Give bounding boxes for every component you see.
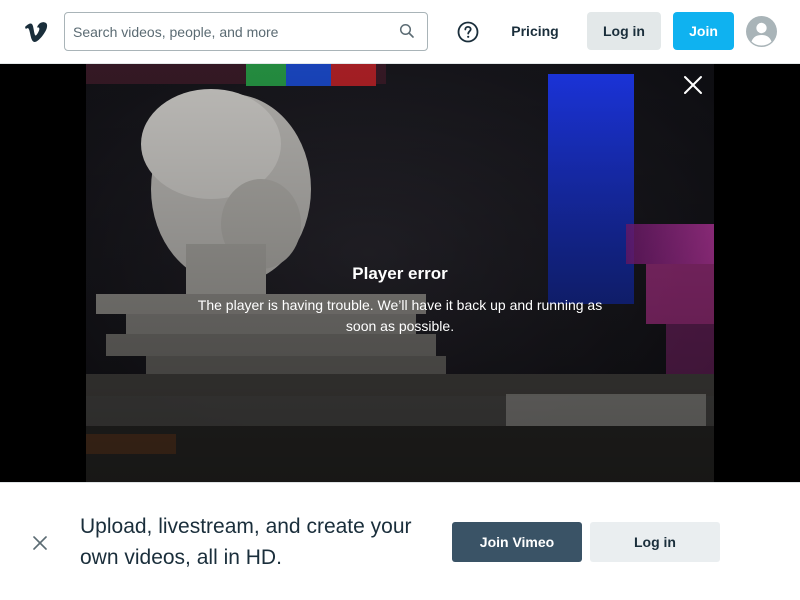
search-box[interactable]: [64, 12, 428, 51]
login-button[interactable]: Log in: [587, 12, 661, 50]
pricing-link[interactable]: Pricing: [505, 13, 565, 50]
search-input[interactable]: [73, 13, 383, 50]
close-icon[interactable]: [683, 75, 703, 95]
banner-login-button[interactable]: Log in: [590, 522, 720, 562]
join-button[interactable]: Join: [673, 12, 734, 50]
vimeo-logo-icon[interactable]: [22, 18, 50, 46]
close-icon[interactable]: [33, 536, 47, 550]
signup-banner: Upload, livestream, and create your own …: [0, 482, 800, 600]
avatar-icon[interactable]: [746, 16, 777, 47]
player-error-title: Player error: [352, 264, 448, 283]
player-error-message: The player is having trouble. We’ll have…: [197, 297, 603, 334]
video-player[interactable]: Player error The player is having troubl…: [0, 64, 800, 484]
top-nav: Pricing Log in Join: [0, 0, 800, 64]
join-vimeo-button[interactable]: Join Vimeo: [452, 522, 582, 562]
help-icon[interactable]: [456, 20, 480, 44]
banner-headline: Upload, livestream, and create your own …: [80, 515, 412, 569]
search-icon[interactable]: [399, 23, 415, 39]
